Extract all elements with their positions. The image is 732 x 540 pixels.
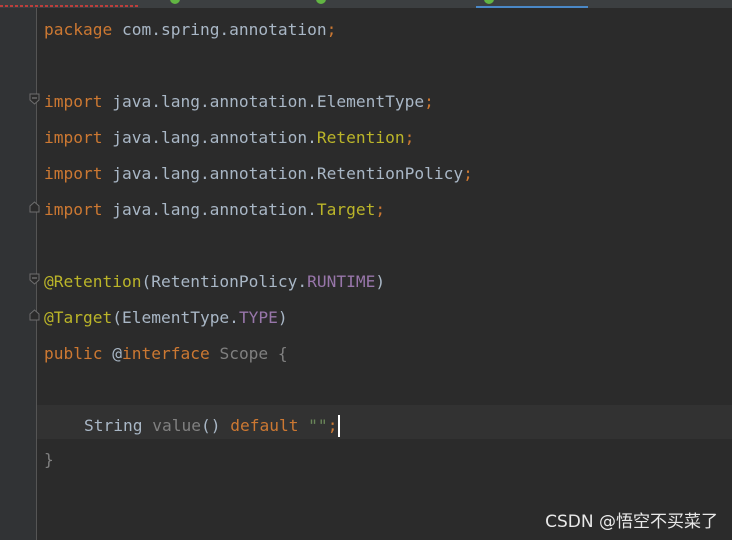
keyword: import <box>44 200 103 219</box>
brace: { <box>268 344 288 363</box>
import-path: java.lang.annotation. <box>102 164 317 183</box>
enum-constant: TYPE <box>238 308 278 327</box>
annotation-args: (ElementType. <box>112 308 239 327</box>
keyword: import <box>44 128 103 147</box>
type-name: Scope <box>209 344 269 363</box>
keyword: import <box>44 92 103 111</box>
java-class-icon[interactable] <box>484 0 494 4</box>
keyword: package <box>44 20 113 39</box>
semicolon: ; <box>375 200 386 219</box>
at-sign: @ <box>102 344 122 363</box>
code-line-declaration[interactable]: public @interface Scope { <box>44 343 288 365</box>
annotation: @Target <box>44 308 113 327</box>
parens: () <box>200 416 221 435</box>
import-path: java.lang.annotation. <box>102 200 317 219</box>
code-line-annotation[interactable]: @Target(ElementType.TYPE) <box>44 307 288 329</box>
enum-constant: RUNTIME <box>307 272 376 291</box>
keyword: import <box>44 164 103 183</box>
keyword: public <box>44 344 103 363</box>
paren: ) <box>277 308 288 327</box>
keyword: default <box>220 416 299 435</box>
import-class: Target <box>316 200 376 219</box>
semicolon: ; <box>424 92 434 111</box>
semicolon: ; <box>463 164 473 183</box>
editor-tab-bar <box>0 0 732 8</box>
semicolon: ; <box>326 20 337 39</box>
text-caret <box>338 415 341 437</box>
code-line-package[interactable]: package com.spring.annotation; <box>44 19 336 41</box>
import-class: Retention <box>316 128 405 147</box>
brace: } <box>44 450 54 469</box>
java-class-icon[interactable] <box>170 0 180 4</box>
import-class: ElementType <box>316 92 425 111</box>
watermark: CSDN @悟空不买菜了 <box>545 512 718 532</box>
return-type: String <box>84 416 143 435</box>
package-name: com.spring.annotation <box>112 20 327 39</box>
java-class-icon[interactable] <box>316 0 326 4</box>
code-line-import[interactable]: import java.lang.annotation.RetentionPol… <box>44 163 473 185</box>
keyword: interface <box>121 344 210 363</box>
import-path: java.lang.annotation. <box>102 92 317 111</box>
code-line-annotation[interactable]: @Retention(RetentionPolicy.RUNTIME) <box>44 271 385 293</box>
code-line-method[interactable]: String value() default ""; <box>84 415 341 437</box>
code-line-import[interactable]: import java.lang.annotation.Retention; <box>44 127 414 149</box>
method-name: value <box>142 416 201 435</box>
semicolon: ; <box>327 416 338 435</box>
import-class: RetentionPolicy <box>316 164 464 183</box>
string-literal: "" <box>298 416 328 435</box>
annotation-args: (RetentionPolicy. <box>141 272 308 291</box>
error-squiggle <box>0 5 140 7</box>
code-line-import[interactable]: import java.lang.annotation.ElementType; <box>44 91 434 113</box>
semicolon: ; <box>404 128 415 147</box>
annotation: @Retention <box>44 272 142 291</box>
import-path: java.lang.annotation. <box>102 128 317 147</box>
code-editor[interactable]: package com.spring.annotation; import ja… <box>37 8 732 540</box>
code-line-import[interactable]: import java.lang.annotation.Target; <box>44 199 385 221</box>
paren: ) <box>375 272 386 291</box>
code-line-close[interactable]: } <box>44 449 54 471</box>
